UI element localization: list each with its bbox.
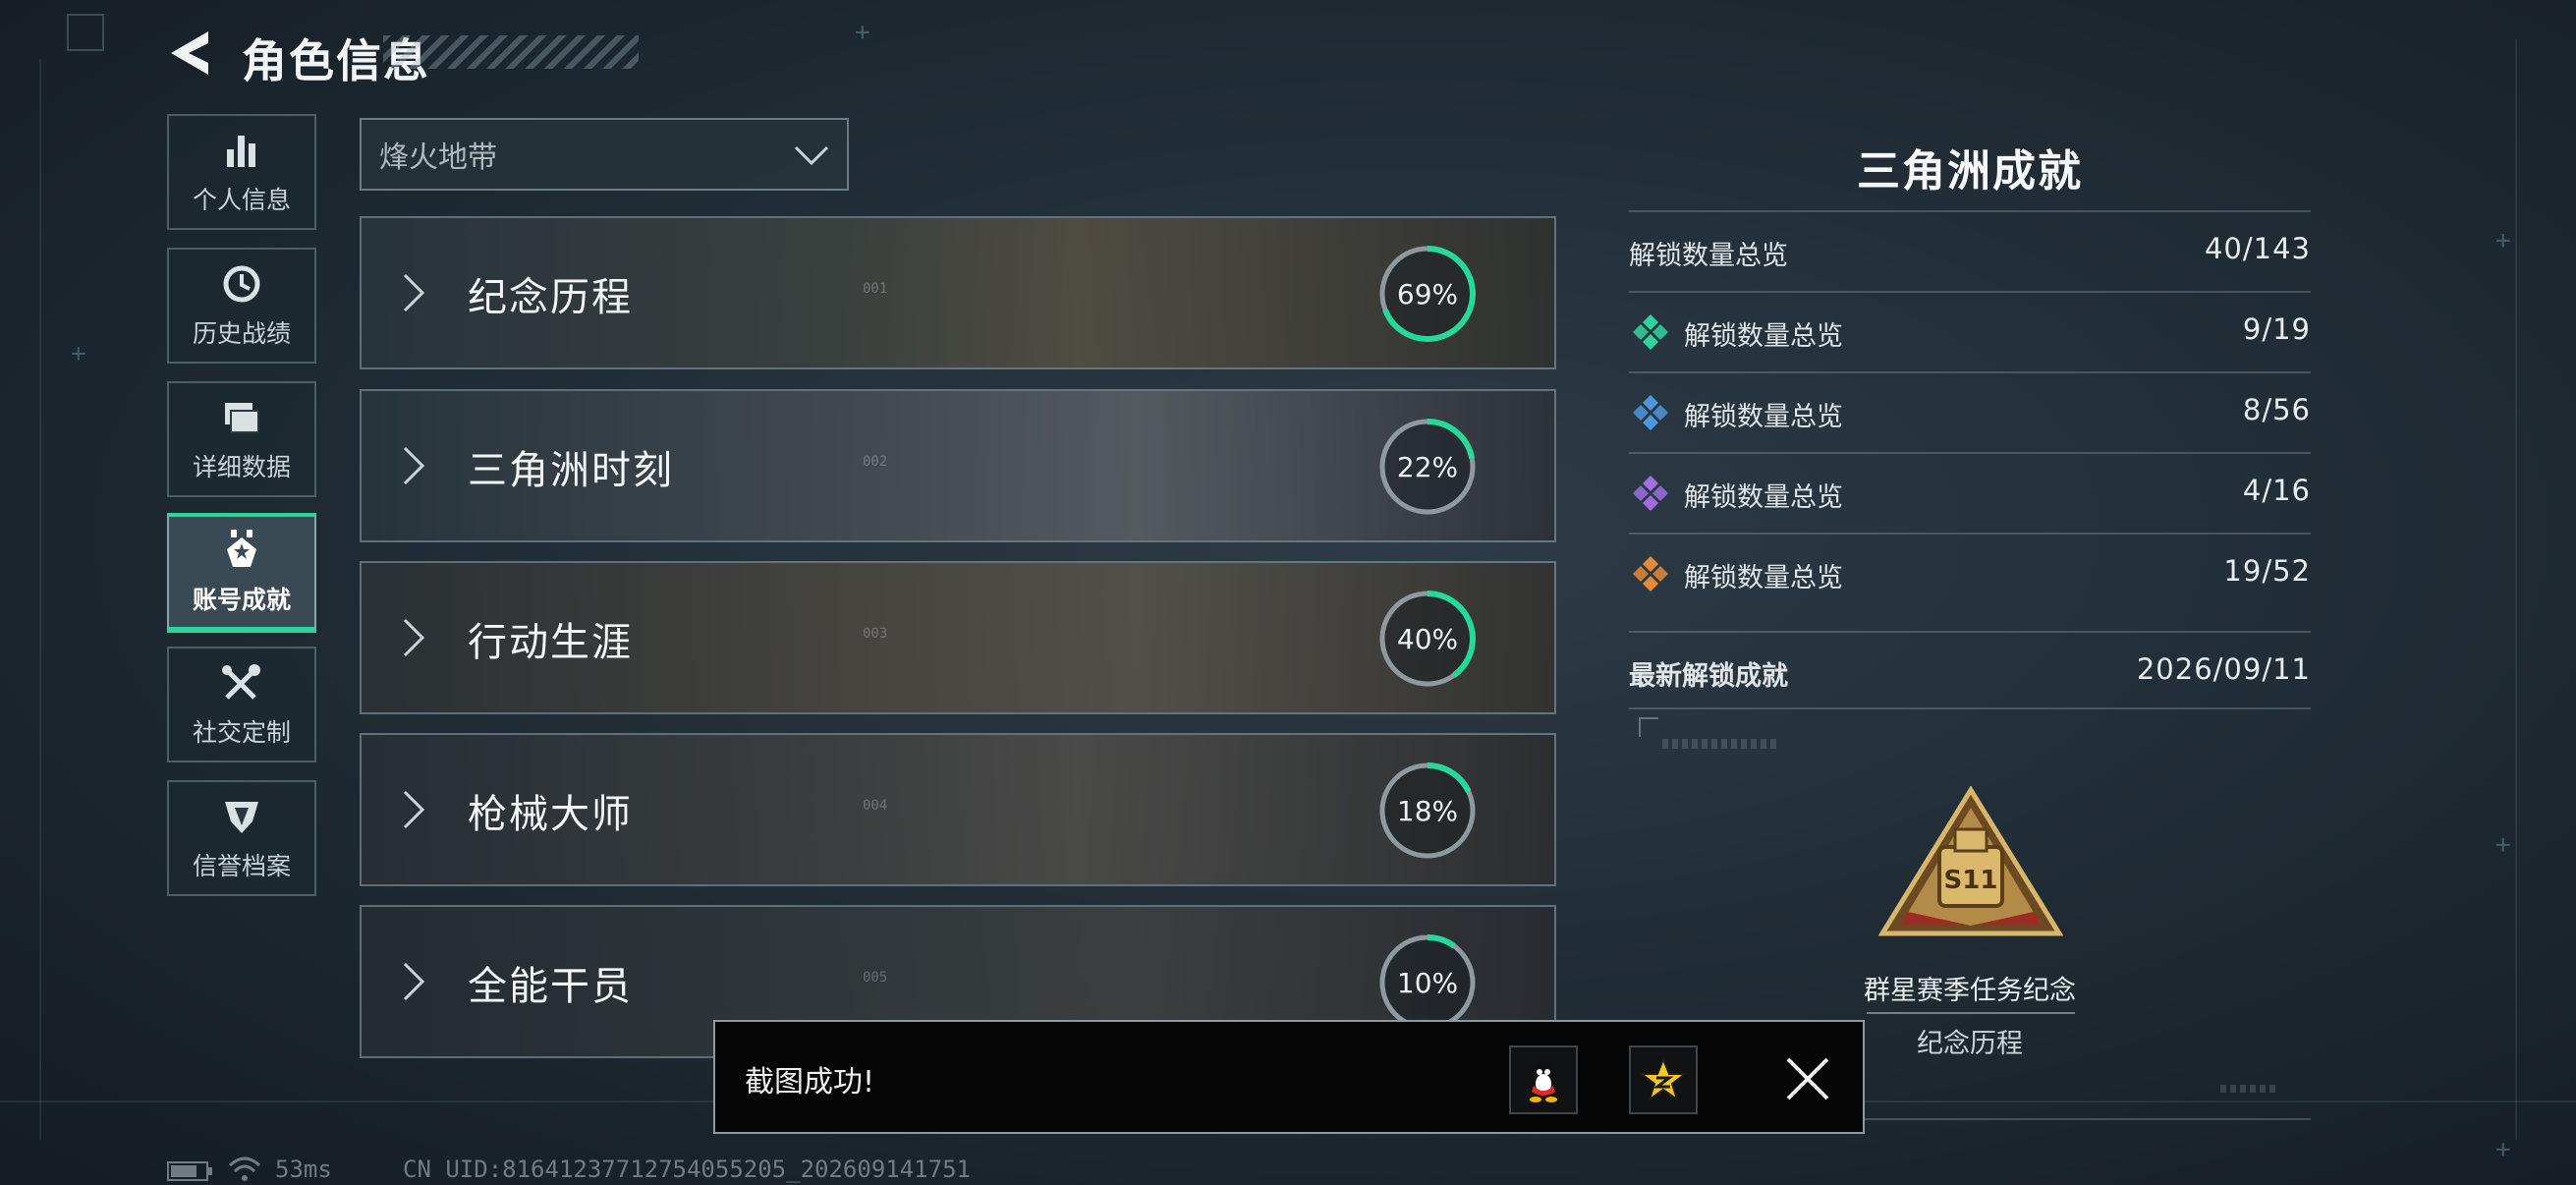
chevron-right-icon [403,446,425,485]
back-arrow-icon[interactable] [165,28,214,79]
card-code: 004 [863,798,888,814]
unlock-stat-row: 解锁数量总览 19/52 [1629,533,2311,613]
sidebar-item-label: 详细数据 [192,453,291,481]
folders-icon [225,403,259,433]
sidebar-item-label: 信誉档案 [192,852,291,880]
card-code: 002 [863,454,888,470]
chevron-down-icon [794,145,829,166]
chevron-right-icon [403,618,425,657]
card-code: 003 [863,626,888,642]
sidebar-item-detailed-data[interactable]: 详细数据 [167,381,316,497]
achievement-category-card[interactable]: 004 枪械大师 18% [360,733,1556,886]
chevron-right-icon [403,962,425,1001]
chevron-right-icon [403,273,425,312]
sidebar-item-social[interactable]: 社交定制 [167,647,316,762]
unlock-stat-label: 解锁数量总览 [1684,321,1843,352]
bar-chart-icon [227,136,255,167]
unlock-stat-row: 解锁数量总览 8/56 [1629,371,2311,452]
unlock-stat-value: 9/19 [2242,312,2311,346]
ping-text: 53ms [275,1156,332,1183]
sidebar-item-label: 账号成就 [192,586,291,614]
orange-diamond-icon [1633,556,1668,592]
achievement-category-card[interactable]: 001 纪念历程 69% [360,216,1556,369]
sidebar-item-label: 社交定制 [192,718,291,747]
latest-achievement-date: 2026/09/11 [2136,652,2311,686]
card-label: 枪械大师 [468,792,633,837]
achievement-divider [1867,1012,2075,1014]
chevron-right-icon [403,790,425,829]
card-label: 行动生涯 [468,620,633,665]
panel-title: 三角洲成就 [1857,146,2083,197]
progress-percent: 22% [1396,450,1459,483]
achievement-category-card[interactable]: 002 三角洲时刻 22% [360,389,1556,542]
sidebar-item-credit[interactable]: 信誉档案 [167,780,316,896]
screenshot-toast: 截图成功! [713,1020,1865,1134]
unlock-stat-label: 解锁数量总览 [1684,482,1843,513]
card-code: 005 [863,970,888,986]
unlock-stat-row: 解锁数量总览 40/143 [1629,210,2311,291]
achievement-name: 群星赛季任务纪念 [1864,976,2076,1006]
progress-percent: 40% [1396,622,1459,655]
wifi-icon [228,1157,261,1181]
unlock-stat-value: 8/56 [2242,393,2311,426]
medal-icon [227,530,256,567]
toast-message: 截图成功! [745,1065,875,1100]
share-qq-button[interactable] [1509,1045,1578,1114]
unlock-stat-value: 19/52 [2223,554,2311,588]
sidebar-item-label: 个人信息 [192,186,291,214]
sidebar-item-history[interactable]: 历史战绩 [167,248,316,364]
latest-achievement-label: 最新解锁成就 [1629,661,1788,692]
green-diamond-icon [1633,314,1668,350]
unlock-stat-label: 解锁数量总览 [1684,563,1843,593]
close-icon[interactable] [1780,1051,1835,1106]
unlock-stat-label: 解锁数量总览 [1629,241,1788,271]
unlock-stat-value: 4/16 [2242,474,2311,507]
achievement-category-card[interactable]: 003 行动生涯 40% [360,561,1556,714]
latest-achievement-row: 最新解锁成就 2026/09/11 [1629,631,2311,711]
card-code: 001 [863,281,888,297]
battery-icon [167,1161,212,1181]
sidebar-item-label: 历史战绩 [192,319,291,348]
card-label: 纪念历程 [468,275,633,320]
progress-percent: 18% [1396,794,1459,827]
history-icon [223,265,260,303]
purple-diamond-icon [1633,476,1668,511]
sidebar-item-achievements[interactable]: 账号成就 [167,513,316,633]
card-label: 三角洲时刻 [468,448,674,493]
unlock-stat-label: 解锁数量总览 [1684,402,1843,432]
achievement-badge[interactable]: S11 [1878,786,2063,943]
shield-icon [225,802,258,833]
blue-diamond-icon [1633,395,1668,430]
mode-dropdown-value: 烽火地带 [379,141,497,175]
card-label: 全能干员 [468,964,633,1009]
badge-text: S11 [1944,866,1998,895]
uid-text: CN UID:81641237712754055205_202609141751 [403,1156,971,1183]
qzone-star-icon [1640,1056,1687,1102]
unlock-stat-value: 40/143 [2204,232,2311,265]
unlock-stat-row: 解锁数量总览 4/16 [1629,452,2311,533]
title-decoration [383,35,639,69]
qq-penguin-icon [1530,1062,1557,1102]
share-qzone-button[interactable] [1629,1045,1698,1114]
progress-percent: 69% [1396,277,1459,310]
tools-icon [222,664,260,700]
mode-dropdown[interactable]: 烽火地带 [360,118,849,191]
sidebar-item-personal-info[interactable]: 个人信息 [167,114,316,230]
unlock-stat-row: 解锁数量总览 9/19 [1629,291,2311,371]
